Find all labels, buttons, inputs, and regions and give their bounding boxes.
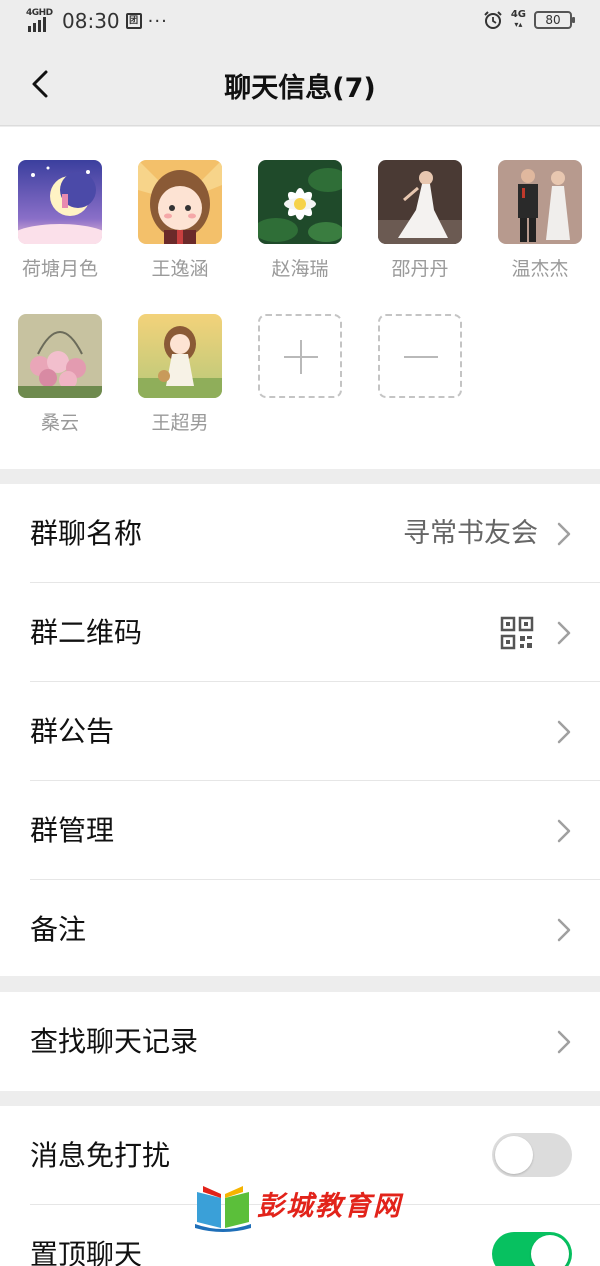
member-item[interactable]: 王超男: [120, 314, 240, 435]
avatar: [18, 314, 102, 398]
book-logo-icon: [195, 1186, 251, 1232]
remark-label: 备注: [30, 913, 87, 946]
chevron-right-icon: [557, 819, 571, 843]
member-item[interactable]: 邵丹丹: [360, 160, 480, 281]
group-management-row[interactable]: 群管理: [0, 781, 600, 880]
add-member-item[interactable]: [240, 314, 360, 398]
nav-bar: 聊天信息(7): [0, 42, 600, 126]
group-name-value: 寻常书友会: [403, 518, 538, 549]
plus-icon[interactable]: [258, 314, 342, 398]
avatar: [498, 160, 582, 244]
watermark: 彭城教育网: [193, 1178, 423, 1236]
member-item[interactable]: 荷塘月色: [0, 160, 120, 281]
chevron-right-icon: [557, 621, 571, 645]
group-qr-row[interactable]: 群二维码: [0, 583, 600, 682]
mute-toggle[interactable]: [492, 1133, 572, 1177]
group-qr-label: 群二维码: [30, 616, 143, 649]
member-name: 邵丹丹: [391, 258, 449, 280]
group-management-label: 群管理: [30, 814, 115, 847]
watermark-text: 彭城教育网: [257, 1191, 402, 1222]
group-announcement-label: 群公告: [30, 715, 115, 748]
battery-icon: 80: [534, 11, 575, 29]
more-notifications-icon: ···: [147, 10, 168, 32]
search-history-row[interactable]: 查找聊天记录: [0, 992, 600, 1091]
page-title: 聊天信息(7): [224, 73, 376, 104]
status-time: 08:30: [62, 9, 120, 33]
remove-member-item[interactable]: [360, 314, 480, 398]
member-name: 荷塘月色: [21, 258, 98, 280]
avatar: [258, 160, 342, 244]
pin-chat-label: 置顶聊天: [30, 1238, 143, 1266]
member-item[interactable]: 温杰杰: [480, 160, 600, 281]
member-name: 赵海瑞: [271, 258, 329, 280]
remark-row[interactable]: 备注: [0, 880, 600, 979]
chevron-right-icon: [557, 522, 571, 546]
search-history-label: 查找聊天记录: [30, 1025, 199, 1058]
minus-icon[interactable]: [378, 314, 462, 398]
pin-chat-toggle[interactable]: [492, 1232, 572, 1266]
member-item[interactable]: 桑云: [0, 314, 120, 435]
chevron-right-icon: [557, 918, 571, 942]
member-name: 王逸涵: [151, 258, 209, 280]
chevron-right-icon: [557, 1030, 571, 1054]
app-notification-icon: 团: [125, 13, 142, 29]
group-announcement-row[interactable]: 群公告: [0, 682, 600, 781]
avatar: [138, 160, 222, 244]
signal-icon: 4GHD: [26, 8, 56, 32]
settings-group-search: 查找聊天记录: [0, 992, 600, 1091]
group-name-label: 群聊名称: [30, 517, 143, 550]
status-bar: 4GHD 08:30 团 ··· 4G ▾▴ 80: [0, 0, 600, 42]
mobile-data-icon: 4G ▾▴: [510, 9, 526, 30]
member-grid: 荷塘月色 王逸涵 赵海瑞 邵丹丹 温杰杰 桑云 王超男: [0, 127, 600, 469]
avatar: [138, 314, 222, 398]
avatar: [18, 160, 102, 244]
alarm-clock-icon: [484, 11, 502, 29]
avatar: [378, 160, 462, 244]
member-item[interactable]: 赵海瑞: [240, 160, 360, 281]
member-item[interactable]: 王逸涵: [120, 160, 240, 281]
group-name-row[interactable]: 群聊名称 寻常书友会: [0, 484, 600, 583]
chevron-right-icon: [557, 720, 571, 744]
qr-code-icon: [500, 616, 534, 650]
member-name: 王超男: [151, 412, 209, 434]
member-name: 温杰杰: [511, 258, 569, 280]
member-name: 桑云: [40, 412, 79, 434]
mute-label: 消息免打扰: [30, 1139, 171, 1172]
settings-group-info: 群聊名称 寻常书友会 群二维码 群公告 群管理 备注: [0, 484, 600, 976]
